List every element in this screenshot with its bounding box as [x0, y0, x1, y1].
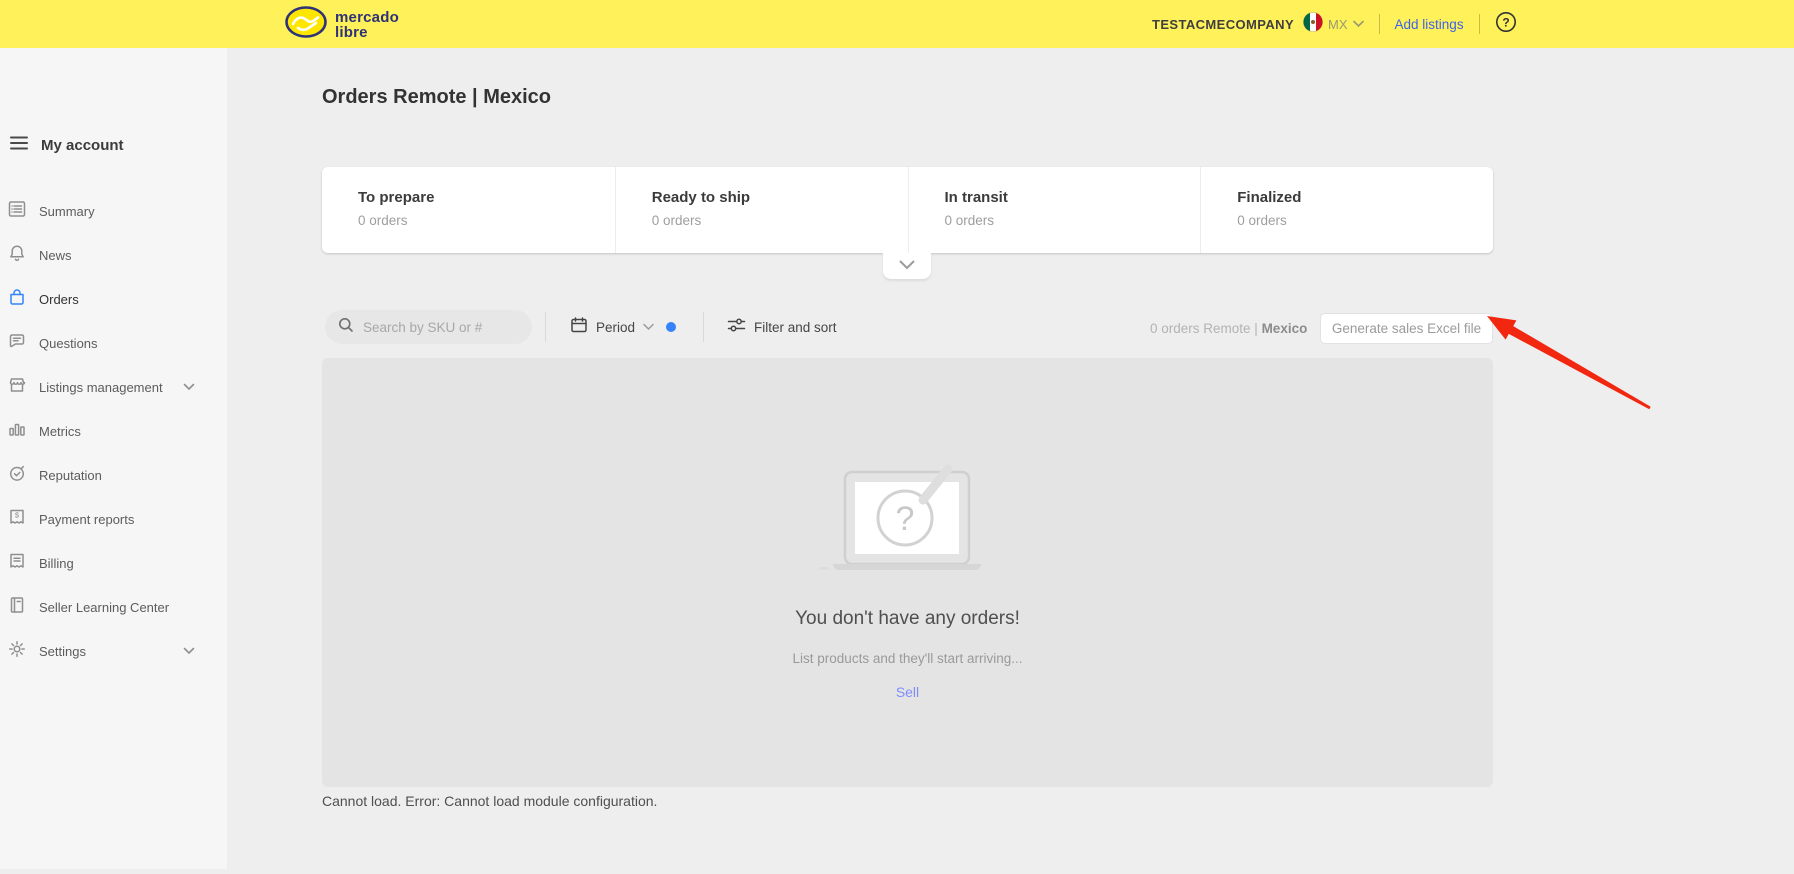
sidebar: My account Summary News — [0, 48, 228, 869]
sidebar-item-payment-reports[interactable]: $ Payment reports — [0, 497, 227, 541]
help-icon[interactable]: ? — [1495, 11, 1517, 38]
status-cell-in-transit[interactable]: In transit 0 orders — [908, 167, 1201, 253]
payment-receipt-icon: $ — [6, 506, 28, 533]
toolbar-divider — [703, 312, 704, 342]
search-box — [325, 310, 532, 344]
storefront-icon — [6, 374, 28, 401]
chevron-down-icon — [182, 644, 196, 663]
bar-chart-icon — [6, 418, 28, 445]
sidebar-item-news[interactable]: News — [0, 233, 227, 277]
sidebar-title: My account — [41, 137, 124, 154]
order-status-card: To prepare 0 orders Ready to ship 0 orde… — [322, 167, 1493, 253]
filter-label: Filter and sort — [754, 320, 837, 335]
hamburger-menu-icon[interactable] — [8, 132, 30, 159]
page-title: Orders Remote | Mexico — [322, 86, 551, 109]
generate-sales-excel-button[interactable]: Generate sales Excel file — [1320, 313, 1493, 344]
period-label: Period — [596, 320, 635, 335]
sidebar-item-summary[interactable]: Summary — [0, 189, 227, 233]
chevron-down-icon — [643, 318, 654, 336]
header-divider — [1379, 14, 1380, 34]
sliders-icon — [727, 317, 746, 338]
summary-icon — [6, 198, 28, 225]
expand-card-button[interactable] — [883, 253, 931, 279]
status-cell-to-prepare[interactable]: To prepare 0 orders — [322, 167, 615, 253]
search-input[interactable] — [363, 320, 523, 335]
speech-bubble-icon — [6, 330, 28, 357]
status-cell-finalized[interactable]: Finalized 0 orders — [1200, 167, 1493, 253]
header-divider — [1479, 14, 1480, 34]
sidebar-item-orders[interactable]: Orders — [0, 277, 227, 321]
status-cell-ready-to-ship[interactable]: Ready to ship 0 orders — [615, 167, 908, 253]
orders-summary-region: Mexico — [1262, 321, 1308, 336]
period-dropdown[interactable]: Period — [570, 310, 676, 344]
country-code: MX — [1328, 17, 1348, 32]
chevron-down-icon — [1353, 15, 1364, 33]
handshake-logo-icon — [285, 5, 327, 44]
sidebar-item-metrics[interactable]: Metrics — [0, 409, 227, 453]
book-icon — [6, 594, 28, 621]
account-name: TESTACMECOMPANY — [1152, 17, 1294, 32]
laptop-search-illustration: ? — [817, 450, 997, 585]
sidebar-item-billing[interactable]: Billing — [0, 541, 227, 585]
top-header-bar: mercado libre TESTACMECOMPANY MX — [0, 0, 1794, 48]
search-icon — [338, 317, 354, 338]
sidebar-item-reputation[interactable]: Reputation — [0, 453, 227, 497]
country-selector[interactable]: MX — [1303, 12, 1364, 37]
chevron-down-icon — [899, 257, 915, 275]
sidebar-header: My account — [8, 132, 124, 159]
empty-state-subtitle: List products and they'll start arriving… — [322, 651, 1493, 666]
orders-summary: 0 orders Remote | Mexico — [1150, 321, 1307, 336]
chevron-down-icon — [182, 380, 196, 399]
bell-icon — [6, 242, 28, 269]
module-error-text: Cannot load. Error: Cannot load module c… — [322, 793, 657, 809]
sidebar-item-questions[interactable]: Questions — [0, 321, 227, 365]
svg-text:?: ? — [1502, 15, 1509, 29]
toolbar-divider — [545, 312, 546, 342]
period-active-dot — [666, 322, 676, 332]
calendar-icon — [570, 316, 588, 339]
annotation-arrow — [1487, 316, 1651, 409]
mexico-flag-icon — [1303, 12, 1323, 37]
empty-state-title: You don't have any orders! — [322, 608, 1493, 630]
gear-icon — [6, 638, 28, 665]
mercadolibre-logo[interactable]: mercado libre — [285, 5, 399, 44]
billing-receipt-icon — [6, 550, 28, 577]
reputation-check-icon — [6, 462, 28, 489]
sell-link[interactable]: Sell — [322, 684, 1493, 700]
add-listings-link[interactable]: Add listings — [1395, 17, 1464, 32]
svg-text:$: $ — [15, 510, 20, 519]
svg-text:?: ? — [896, 500, 915, 538]
brand-wordmark: mercado libre — [335, 10, 399, 40]
sidebar-nav: Summary News Orders — [0, 189, 227, 673]
sidebar-item-listings-management[interactable]: Listings management — [0, 365, 227, 409]
sidebar-item-seller-learning-center[interactable]: Seller Learning Center — [0, 585, 227, 629]
account-area: TESTACMECOMPANY MX Add l — [1152, 0, 1517, 48]
sidebar-item-settings[interactable]: Settings — [0, 629, 227, 673]
orders-icon — [6, 286, 28, 313]
filter-and-sort-button[interactable]: Filter and sort — [727, 310, 837, 344]
